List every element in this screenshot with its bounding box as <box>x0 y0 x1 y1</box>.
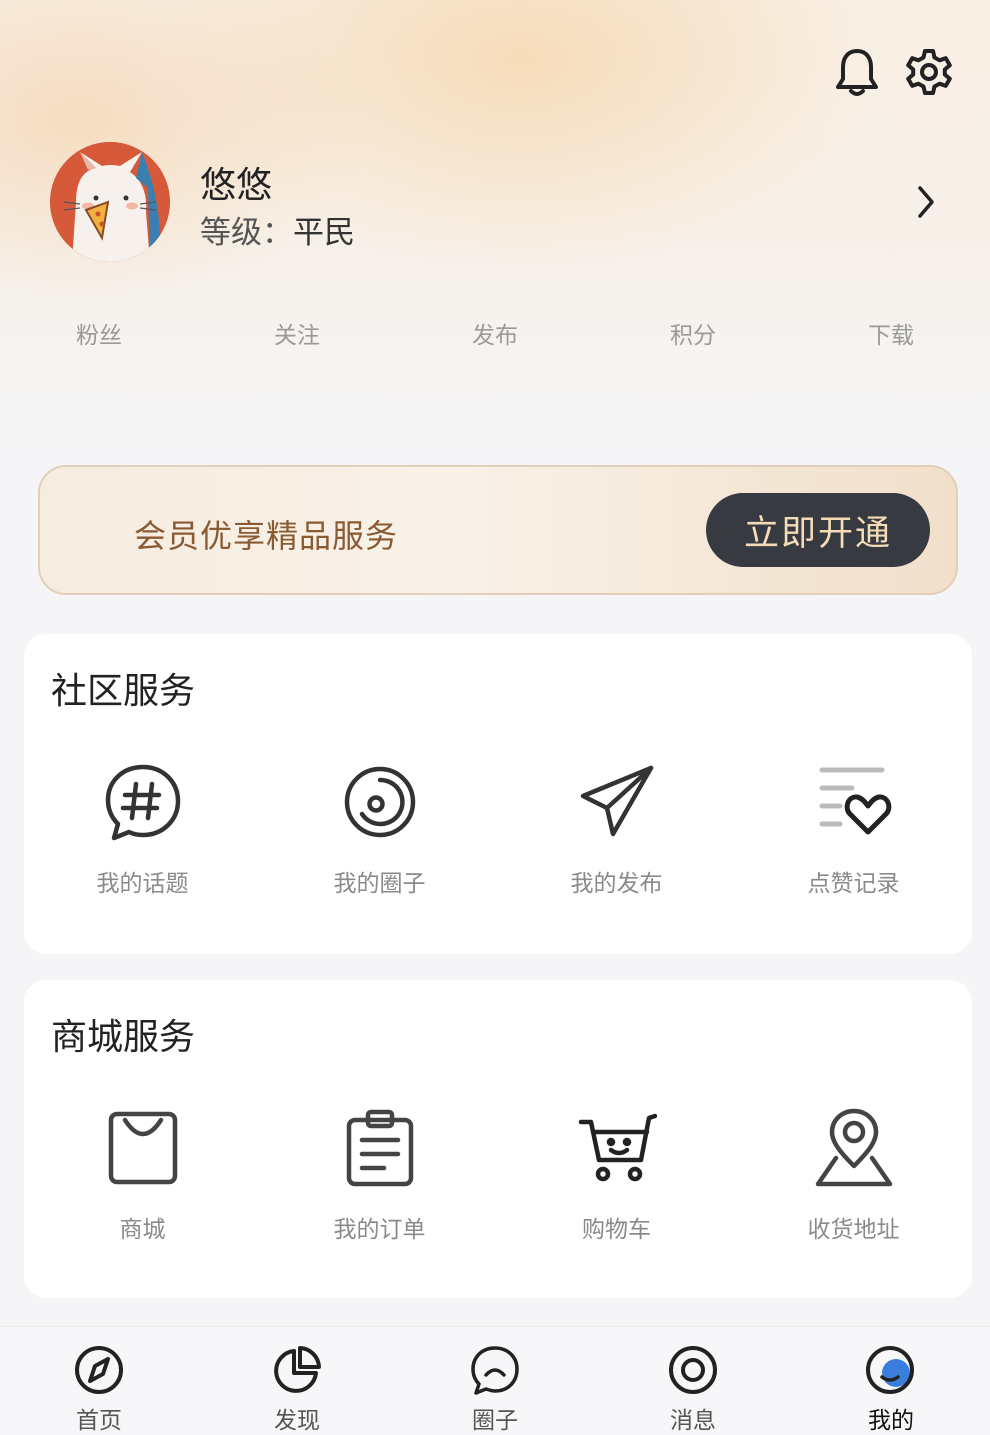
stat-points[interactable]: 积分 <box>594 316 792 350</box>
compass-icon <box>72 1343 126 1397</box>
hashtag-bubble-icon <box>101 760 185 844</box>
service-mall[interactable]: 商城 <box>24 1106 261 1244</box>
username: 悠悠 <box>200 165 273 206</box>
bell-icon[interactable] <box>832 44 882 100</box>
service-like-history[interactable]: 点赞记录 <box>735 760 972 898</box>
target-icon <box>666 1343 720 1397</box>
shopping-bag-icon <box>101 1106 185 1190</box>
stat-following[interactable]: 关注 <box>198 316 396 350</box>
location-pin-icon <box>812 1106 896 1190</box>
service-label: 商城 <box>119 1217 166 1243</box>
gear-icon[interactable] <box>904 44 954 100</box>
card-title: 商城服务 <box>51 1017 196 1058</box>
tab-label: 我的 <box>868 1408 914 1434</box>
tab-label: 发现 <box>274 1408 320 1434</box>
vip-activate-button[interactable]: 立即开通 <box>706 493 930 567</box>
stat-fans[interactable]: 粉丝 <box>0 316 198 350</box>
service-label: 我的订单 <box>333 1217 426 1243</box>
service-my-orders[interactable]: 我的订单 <box>261 1106 498 1244</box>
avatar[interactable] <box>50 142 170 262</box>
level-value: 平民 <box>293 215 355 251</box>
service-my-topics[interactable]: 我的话题 <box>24 760 261 898</box>
tab-label: 首页 <box>76 1408 122 1434</box>
card-title: 社区服务 <box>51 671 196 712</box>
service-shipping-address[interactable]: 收货地址 <box>735 1106 972 1244</box>
service-label: 我的话题 <box>96 871 189 897</box>
heart-list-icon <box>812 760 896 844</box>
clipboard-icon <box>338 1106 422 1190</box>
service-grid: 我的话题 我的圈子 我的发布 点赞记录 <box>24 760 972 898</box>
pie-chart-icon <box>270 1343 324 1397</box>
paper-plane-icon <box>575 760 659 844</box>
bottom-tab-bar: 首页 发现 圈子 消息 我的 <box>0 1326 990 1435</box>
profile-smile-icon <box>864 1343 918 1397</box>
tab-home[interactable]: 首页 <box>0 1327 198 1435</box>
mall-services-card: 商城服务 商城 我的订单 购物车 收货地址 <box>24 980 972 1298</box>
cart-icon <box>575 1106 659 1190</box>
chat-bubble-icon <box>468 1343 522 1397</box>
tab-label: 圈子 <box>472 1408 518 1434</box>
top-actions <box>832 44 954 100</box>
service-label: 收货地址 <box>807 1217 900 1243</box>
service-label: 购物车 <box>582 1217 651 1243</box>
stat-downloads[interactable]: 下载 <box>792 316 990 350</box>
tab-discover[interactable]: 发现 <box>198 1327 396 1435</box>
tab-messages[interactable]: 消息 <box>594 1327 792 1435</box>
community-services-card: 社区服务 我的话题 我的圈子 我的发布 点赞记录 <box>24 634 972 954</box>
tab-label: 消息 <box>670 1408 716 1434</box>
tab-mine[interactable]: 我的 <box>792 1327 990 1435</box>
chevron-right-icon[interactable] <box>910 182 940 222</box>
level-label: 等级： <box>200 215 293 251</box>
vip-banner-text: 会员优享精品服务 <box>134 517 399 555</box>
circle-icon <box>338 760 422 844</box>
vip-banner[interactable]: 会员优享精品服务 立即开通 <box>38 465 958 595</box>
service-label: 我的圈子 <box>333 871 426 897</box>
service-grid: 商城 我的订单 购物车 收货地址 <box>24 1106 972 1244</box>
tab-circles[interactable]: 圈子 <box>396 1327 594 1435</box>
service-my-circles[interactable]: 我的圈子 <box>261 760 498 898</box>
service-label: 我的发布 <box>570 871 663 897</box>
profile-stats: 粉丝 关注 发布 积分 下载 <box>0 316 990 350</box>
stat-posts[interactable]: 发布 <box>396 316 594 350</box>
service-cart[interactable]: 购物车 <box>498 1106 735 1244</box>
service-my-posts[interactable]: 我的发布 <box>498 760 735 898</box>
service-label: 点赞记录 <box>807 871 900 897</box>
user-level: 等级：平民 <box>200 207 355 252</box>
